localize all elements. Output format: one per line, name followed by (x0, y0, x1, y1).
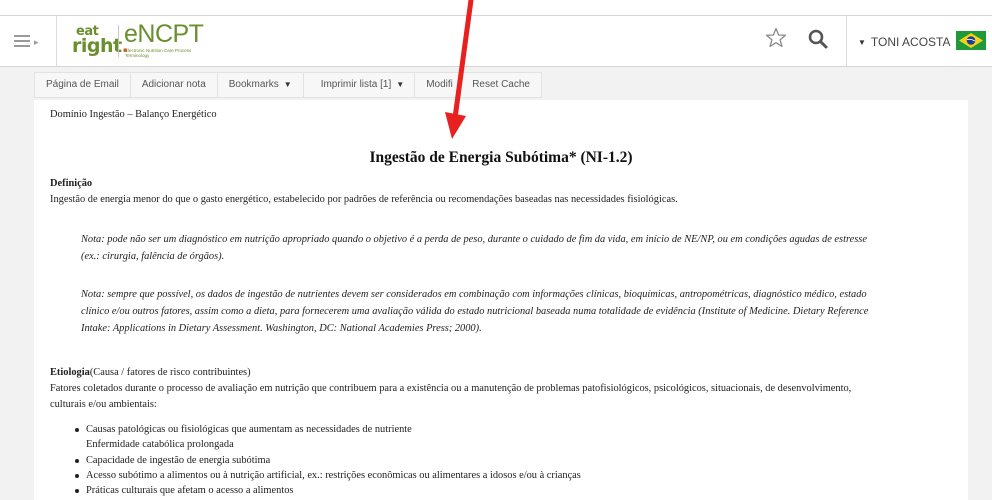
list-item: Capacidade de ingestão de energia subóti… (75, 453, 986, 468)
definition-text: Ingestão de energia menor do que o gasto… (50, 194, 678, 205)
note-1: Nota: pode não ser um diagnóstico em nut… (81, 231, 951, 265)
bookmarks-label: Bookmarks (228, 79, 279, 90)
bookmarks-dropdown[interactable]: Bookmarks ▼ (218, 73, 304, 97)
app-header: ▸ eat right. eNCPT Electronic Nutrition … (0, 15, 992, 67)
chevron-down-icon: ▼ (396, 80, 405, 89)
list-item: Práticas culturais que afetam o acesso a… (75, 483, 986, 498)
logo-right: right. (72, 35, 129, 57)
list-item: Acesso subótimo a alimentos ou à nutriçã… (75, 468, 986, 483)
etiology-heading: Etiologia(Causa / fatores de risco contr… (50, 367, 251, 378)
term-content: Domínio Ingestão – Balanço Energético In… (34, 100, 968, 500)
menu-icon-bar (14, 40, 30, 42)
note-2: Nota: sempre que possível, os dados de i… (81, 286, 951, 337)
caret-right-icon: ▸ (34, 37, 39, 47)
chevron-down-icon: ▼ (283, 80, 292, 89)
language-flag-button[interactable] (956, 31, 986, 50)
note-1-line-2: (ex.: cirurgia, falência de órgãos). (81, 251, 225, 262)
note-1-line-1: Nota: pode não ser um diagnóstico em nut… (81, 234, 867, 245)
logo-right-text: right (72, 35, 122, 57)
header-divider (846, 16, 847, 66)
add-note-button[interactable]: Adicionar nota (131, 73, 218, 97)
brazil-flag-icon (956, 31, 986, 50)
bookmark-star-button[interactable] (764, 26, 788, 54)
user-name: TONI ACOSTA (870, 35, 951, 49)
etiology-line-1: Fatores coletados durante o processo de … (50, 383, 852, 394)
note-2-line-1: Nota: sempre que possível, os dados de i… (81, 289, 867, 300)
page-title: Ingestão de Energia Subótima* (NI-1.2) (369, 149, 633, 166)
star-icon (765, 27, 787, 48)
chevron-down-icon: ▼ (858, 37, 866, 47)
list-item: Enfermidade catabólica prolongada (86, 439, 234, 451)
menu-button[interactable]: ▸ (0, 16, 57, 66)
menu-icon (14, 35, 30, 37)
etiology-list: Causas patológicas ou fisiológicas que a… (50, 422, 986, 498)
breadcrumb: Domínio Ingestão – Balanço Energético (50, 109, 217, 120)
note-2-line-2: clínico e/ou outros fatores, assim como … (81, 306, 869, 317)
email-page-button[interactable]: Página de Email (35, 73, 131, 97)
list-item: Causas patológicas ou fisiológicas que a… (75, 422, 986, 437)
search-button[interactable] (806, 27, 832, 55)
etiology-heading-suffix: (Causa / fatores de risco contribuintes) (89, 367, 251, 378)
etiology-text: Fatores coletados durante o processo de … (50, 381, 950, 413)
red-arrow-annotation (445, 0, 474, 139)
print-list-label: Imprimir lista [1] (320, 79, 392, 90)
logo-divider (118, 25, 119, 57)
print-list-dropdown[interactable]: Imprimir lista [1] ▼ (304, 73, 416, 97)
etiology-line-2: culturais e/ou ambientais: (50, 399, 157, 410)
definition-heading: Definição (50, 178, 93, 189)
encpt-logo[interactable]: eat right. eNCPT Electronic Nutrition Ca… (66, 20, 226, 63)
menu-icon-bar (14, 45, 30, 47)
user-menu[interactable]: ▼ TONI ACOSTA (858, 34, 951, 50)
search-icon (808, 29, 828, 49)
logo-subtitle: Electronic Nutrition Care Process Termin… (125, 48, 192, 58)
note-2-line-3: Intake: Applications in Dietary Assessme… (81, 323, 482, 334)
etiology-heading-label: Etiologia (50, 367, 90, 378)
logo-product-name: eNCPT (124, 20, 204, 48)
